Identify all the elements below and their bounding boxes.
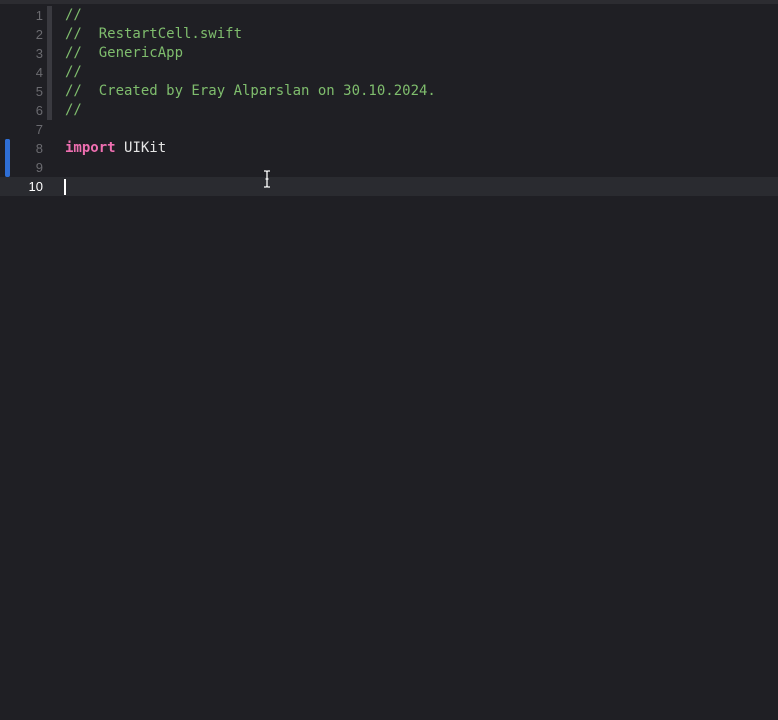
line-number: 3 [35, 46, 43, 61]
keyword-import: import [65, 140, 116, 156]
line-number: 6 [35, 103, 43, 118]
code-comment: // [65, 64, 82, 80]
tab-bar-edge [0, 0, 778, 4]
gutter-bar [47, 101, 52, 120]
current-code-line[interactable]: 10 [0, 177, 778, 196]
code-comment: // [65, 7, 82, 23]
line-number: 7 [35, 122, 43, 137]
module-name: UIKit [124, 140, 167, 156]
code-line[interactable]: 3 // GenericApp [0, 44, 778, 63]
code-line[interactable]: 1 // [0, 6, 778, 25]
line-number: 10 [28, 179, 43, 194]
code-line[interactable]: 2 // RestartCell.swift [0, 25, 778, 44]
ibeam-cursor-icon [264, 170, 270, 188]
code-comment: // GenericApp [65, 45, 184, 61]
gutter-bar [47, 25, 52, 44]
code-line[interactable]: 6 // [0, 101, 778, 120]
line-number: 5 [35, 84, 43, 99]
import-statement: import UIKit [65, 139, 166, 158]
code-line[interactable]: 4 // [0, 63, 778, 82]
line-number: 2 [35, 27, 43, 42]
gutter-bar [47, 6, 52, 25]
code-comment: // Created by Eray Alparslan on 30.10.20… [65, 83, 436, 99]
line-number: 1 [35, 8, 43, 23]
gutter-bar [47, 63, 52, 82]
code-line[interactable]: 5 // Created by Eray Alparslan on 30.10.… [0, 82, 778, 101]
code-line[interactable]: 9 [0, 158, 778, 177]
gutter-bar [47, 82, 52, 101]
text-caret [64, 179, 66, 195]
code-line[interactable]: 8 import UIKit [0, 139, 778, 158]
code-line[interactable]: 7 [0, 120, 778, 139]
line-number: 9 [35, 160, 43, 175]
code-editor[interactable]: 1 // 2 // RestartCell.swift 3 // Generic… [0, 0, 778, 720]
line-number: 4 [35, 65, 43, 80]
gutter-bar [47, 44, 52, 63]
code-comment: // RestartCell.swift [65, 26, 243, 42]
code-comment: // [65, 102, 82, 118]
